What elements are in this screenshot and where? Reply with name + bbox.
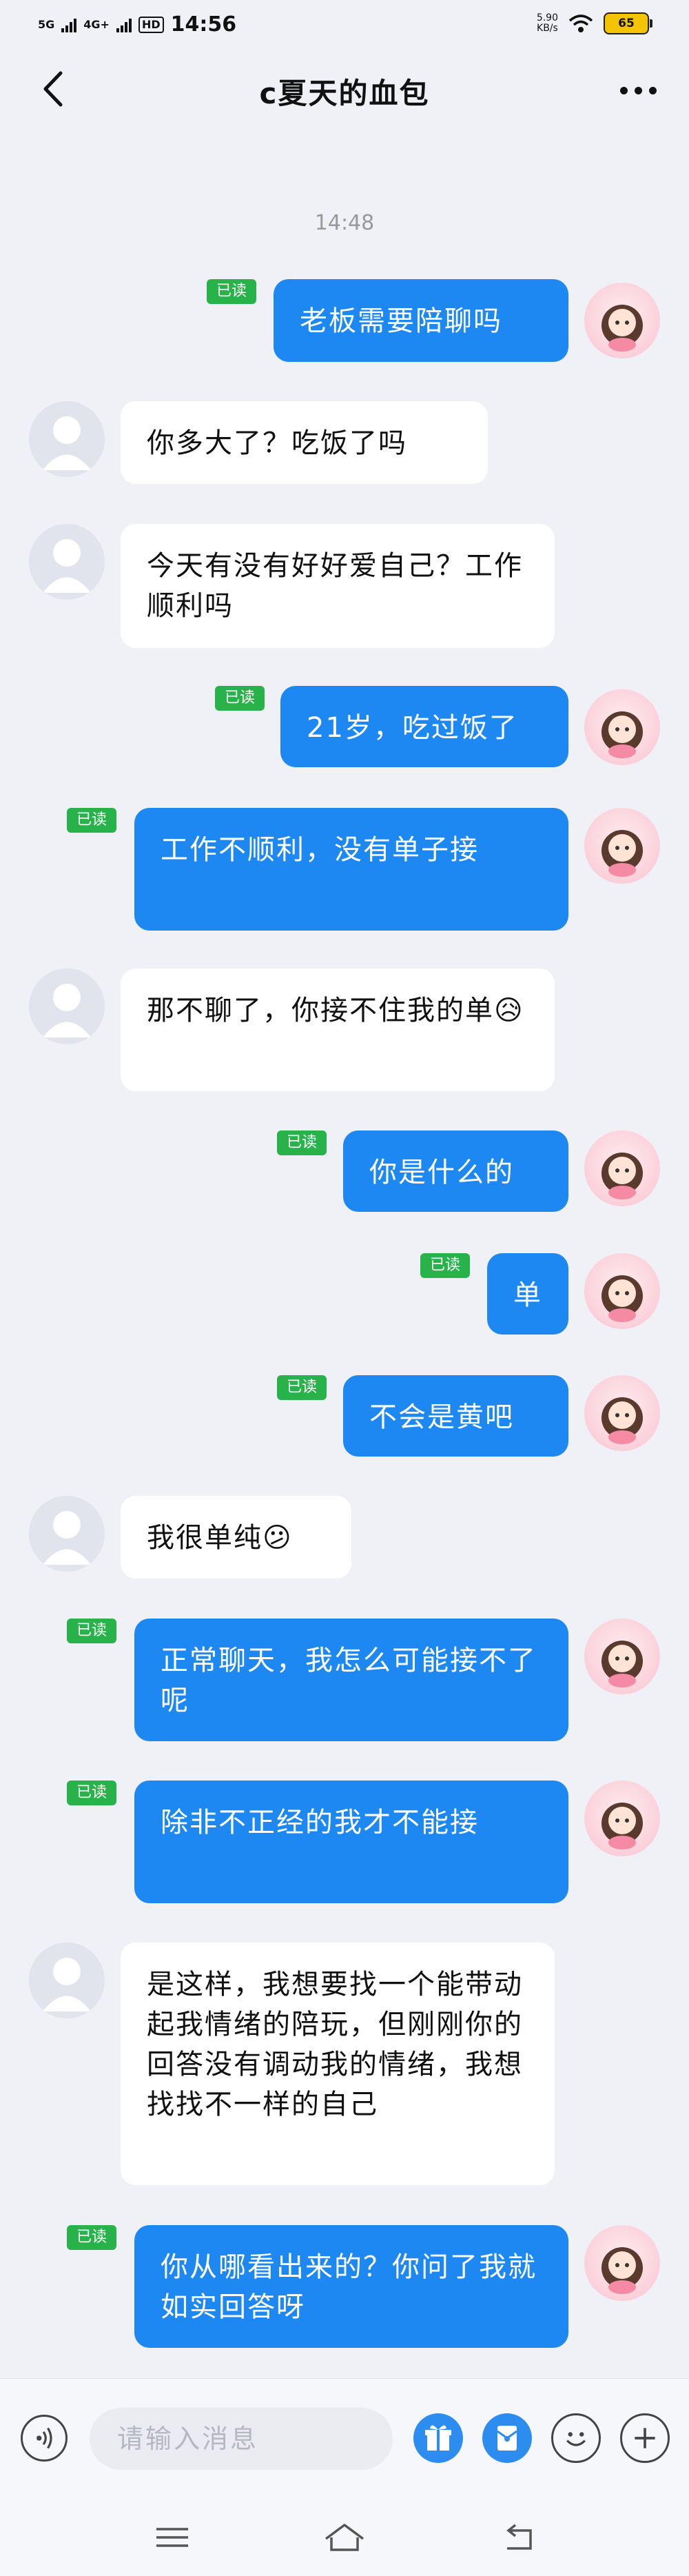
message-bubble-outgoing[interactable]: 你从哪看出来的？你问了我就如实回答呀: [134, 2225, 568, 2348]
message-bubble-incoming[interactable]: 你多大了？吃饭了吗: [121, 401, 488, 484]
read-receipt-badge: 已读: [67, 1781, 117, 1805]
message-row: 已读 工作不顺利，没有单子接: [0, 808, 689, 932]
network-4g-label: 4G+: [83, 17, 110, 31]
read-receipt-badge: 已读: [67, 1619, 117, 1643]
message-row: 你多大了？吃饭了吗: [0, 401, 689, 484]
message-bubble-incoming[interactable]: 是这样，我想要找一个能带动起我情绪的陪玩，但刚刚你的回答没有调动我的情绪，我想找…: [121, 1943, 555, 2185]
message-input[interactable]: [90, 2408, 393, 2470]
status-left: 5G 4G+ HD 14:56: [38, 12, 236, 37]
message-bubble-incoming[interactable]: 那不聊了，你接不住我的单😥: [121, 968, 555, 1091]
message-row: 已读 你从哪看出来的？你问了我就如实回答呀: [0, 2225, 689, 2349]
message-bubble-outgoing[interactable]: 不会是黄吧: [343, 1375, 568, 1457]
my-avatar-icon[interactable]: [584, 1375, 660, 1451]
home-icon[interactable]: [320, 2518, 369, 2557]
message-bubble-outgoing[interactable]: 工作不顺利，没有单子接: [134, 808, 568, 931]
contact-avatar-icon[interactable]: [29, 524, 105, 600]
message-bubble-outgoing[interactable]: 老板需要陪聊吗: [274, 279, 568, 362]
hd-badge: HD: [138, 16, 164, 33]
battery-icon: 65: [604, 12, 652, 34]
menu-icon[interactable]: [148, 2518, 196, 2557]
signal-icon-2: [116, 17, 132, 32]
message-row: 已读 除非不正经的我才不能接: [0, 1781, 689, 1905]
status-bar: 5G 4G+ HD 14:56 5.90 KB/s 65: [0, 0, 689, 55]
gift-icon[interactable]: [413, 2413, 463, 2463]
read-receipt-badge: 已读: [67, 2225, 117, 2250]
contact-avatar-icon[interactable]: [29, 401, 105, 477]
my-avatar-icon[interactable]: [584, 283, 660, 358]
red-packet-icon[interactable]: [482, 2413, 532, 2463]
chat-title: c夏天的血包: [259, 77, 430, 110]
message-bubble-incoming[interactable]: 今天有没有好好爱自己？工作顺利吗: [121, 524, 555, 648]
contact-avatar-icon[interactable]: [29, 968, 105, 1044]
back-nav-icon[interactable]: [496, 2518, 544, 2557]
plus-icon[interactable]: [620, 2413, 670, 2463]
message-bubble-outgoing[interactable]: 除非不正经的我才不能接: [134, 1781, 568, 1903]
my-avatar-icon[interactable]: [584, 1253, 660, 1329]
network-5g-label: 5G: [38, 17, 55, 31]
battery-level: 65: [618, 17, 635, 30]
system-nav-bar: [0, 2499, 689, 2576]
my-avatar-icon[interactable]: [584, 1619, 660, 1694]
my-avatar-icon[interactable]: [584, 808, 660, 884]
message-row: 已读 不会是黄吧: [0, 1375, 689, 1458]
read-receipt-badge: 已读: [215, 686, 265, 711]
message-bubble-outgoing[interactable]: 单: [487, 1253, 568, 1335]
message-row: 已读 单: [0, 1253, 689, 1336]
read-receipt-badge: 已读: [67, 808, 117, 833]
status-time: 14:56: [170, 12, 237, 37]
contact-avatar-icon[interactable]: [29, 1943, 105, 2018]
message-bubble-outgoing[interactable]: 你是什么的: [343, 1130, 568, 1212]
message-row: 已读 正常聊天，我怎么可能接不了呢: [0, 1619, 689, 1743]
message-bubble-incoming[interactable]: 我很单纯😕: [121, 1496, 351, 1579]
wifi-icon: [568, 14, 593, 32]
network-speed-unit: KB/s: [537, 23, 558, 34]
read-receipt-badge: 已读: [277, 1130, 327, 1155]
chat-timestamp: 14:48: [314, 211, 375, 235]
network-speed-value: 5.90: [536, 12, 558, 23]
message-row: 今天有没有好好爱自己？工作顺利吗: [0, 524, 689, 648]
read-receipt-badge: 已读: [207, 279, 257, 304]
voice-icon[interactable]: [21, 2415, 68, 2462]
my-avatar-icon[interactable]: [584, 1130, 660, 1206]
read-receipt-badge: 已读: [420, 1253, 471, 1278]
message-row: 我很单纯😕: [0, 1496, 689, 1579]
message-row: 已读 21岁，吃过饭了: [0, 686, 689, 769]
network-speed: 5.90 KB/s: [537, 13, 558, 34]
message-row: 已读 老板需要陪聊吗: [0, 279, 689, 369]
contact-avatar-icon[interactable]: [29, 1496, 105, 1572]
chat-header: c夏天的血包: [0, 55, 689, 124]
signal-icon: [61, 17, 77, 32]
message-bubble-outgoing[interactable]: 正常聊天，我怎么可能接不了呢: [134, 1619, 568, 1741]
message-row: 那不聊了，你接不住我的单😥: [0, 968, 689, 1093]
emoji-icon[interactable]: [551, 2413, 601, 2463]
my-avatar-icon[interactable]: [584, 1781, 660, 1856]
read-receipt-badge: 已读: [277, 1375, 327, 1400]
more-dots-icon[interactable]: [610, 73, 666, 108]
input-bar: [0, 2378, 689, 2499]
my-avatar-icon[interactable]: [584, 2225, 660, 2301]
status-right: 5.90 KB/s 65: [537, 12, 652, 34]
message-row: 已读 你是什么的: [0, 1130, 689, 1213]
message-row: 是这样，我想要找一个能带动起我情绪的陪玩，但刚刚你的回答没有调动我的情绪，我想找…: [0, 1943, 689, 2185]
my-avatar-icon[interactable]: [584, 689, 660, 765]
message-bubble-outgoing[interactable]: 21岁，吃过饭了: [280, 686, 568, 767]
